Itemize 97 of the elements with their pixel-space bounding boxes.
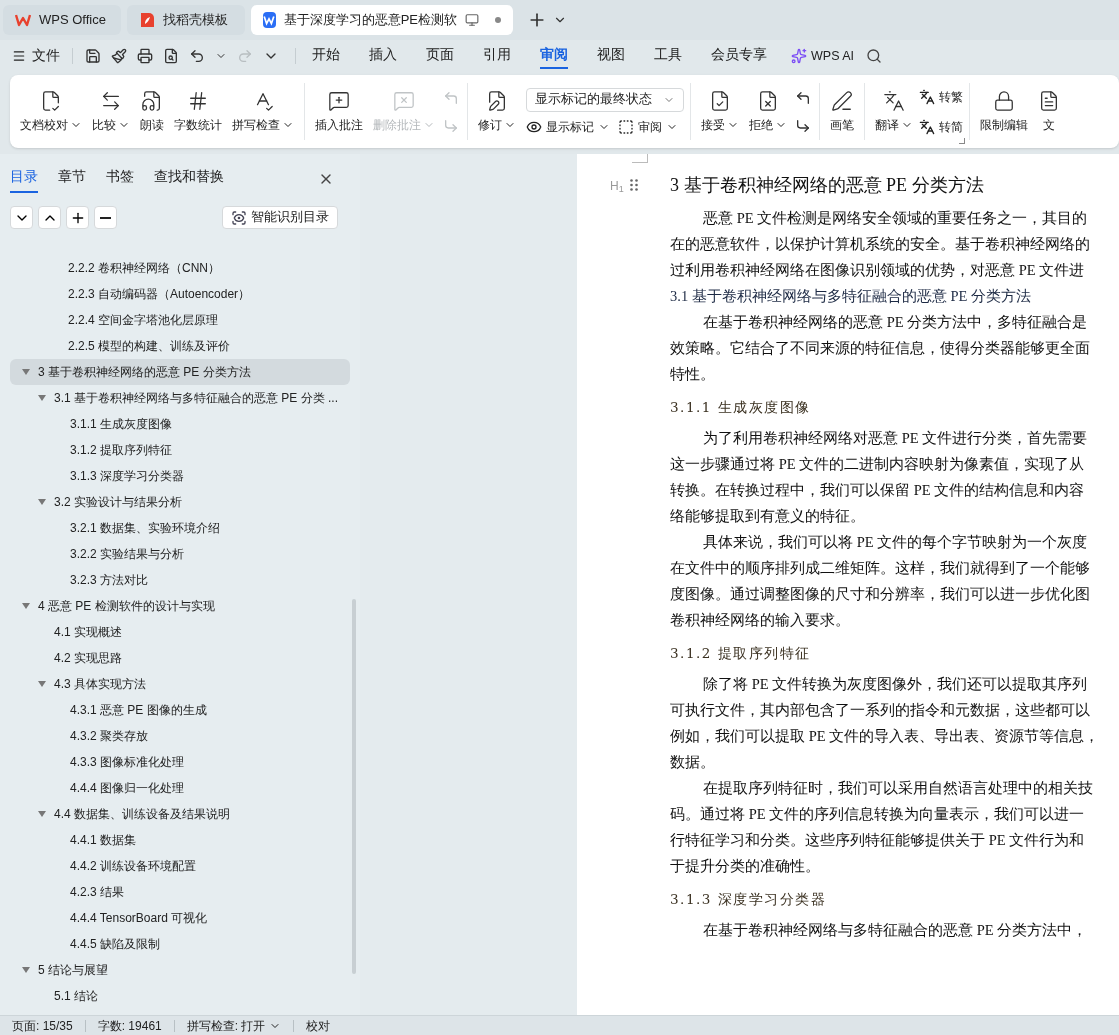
toc-item[interactable]: 4.4.5 缺陷及限制	[10, 931, 350, 957]
toc-item[interactable]: 3 基于卷积神经网络的恶意 PE 分类方法	[10, 359, 350, 385]
paragraph-line: 转换。在转换过程中，我们可以保留 PE 文件的结构信息和内容	[670, 481, 1086, 501]
status-text: 字数: 19461	[96, 1017, 163, 1035]
toc-item[interactable]: 2.2.5 模型的构建、训练及评价	[0, 333, 360, 359]
toc-item[interactable]: 4.1 实现概述	[10, 619, 350, 645]
toc-item[interactable]: 3.2.1 数据集、实验环境介绍	[10, 515, 350, 541]
subheading: 3.1.1 生成灰度图像	[670, 397, 812, 417]
panel-tab[interactable]: 书签	[106, 165, 134, 193]
ribbon-button[interactable]: 文	[1034, 80, 1064, 143]
toc-item[interactable]: 4.4.1 数据集	[10, 827, 350, 853]
status-text: 页面: 15/35	[11, 1017, 74, 1035]
ribbon-button[interactable]: 画笔	[826, 80, 858, 143]
toc-item[interactable]: 5.1 结论	[10, 983, 350, 1009]
paragraph-line: 效策略。它结合了不同来源的特征信息，使得分类器能够更全面	[670, 339, 1091, 359]
paragraph-line: 特性。	[670, 365, 716, 385]
ribbon-button[interactable]: 字数统计	[170, 80, 226, 143]
paragraph-line: 在文件中的顺序排列成二维矩阵。这样，我们就得到了一个能够	[670, 559, 1091, 579]
toc-item[interactable]: 3.2.3 方法对比	[10, 567, 350, 593]
toc-item[interactable]: 2.2.4 空间金字塔池化层原理	[0, 307, 360, 333]
ribbon-tab[interactable]: 插入	[369, 43, 397, 69]
toc-item[interactable]: 2.2.3 自动编码器（Autoencoder）	[0, 281, 360, 307]
heading: 3 基于卷积神经网络的恶意 PE 分类方法	[670, 173, 984, 197]
ribbon-button[interactable]: 转繁	[919, 87, 963, 106]
paragraph-line: 码。通过将 PE 文件的序列信息转换为向量表示，我们可以进一	[670, 805, 1086, 825]
ribbon-button[interactable]: 朗读	[136, 80, 168, 143]
ribbon-button[interactable]: 转简	[919, 117, 963, 136]
paragraph-line: 络能够提取到有意义的特征。	[670, 507, 866, 527]
ribbon-tab[interactable]: 会员专享	[711, 43, 767, 69]
status-menu-button[interactable]: 拼写检查: 打开	[174, 1016, 294, 1035]
paragraph-line: 于提升分类的准确性。	[670, 857, 821, 877]
paragraph-line: 在提取序列特征时，我们可以采用自然语言处理中的相关技	[702, 779, 1094, 799]
toc-item[interactable]: 4.3.2 聚类存放	[10, 723, 350, 749]
toc-item[interactable]: 3.1.1 生成灰度图像	[10, 411, 350, 437]
toc-item[interactable]: 3.1 基于卷积神经网络与多特征融合的恶意 PE 分类 ...	[10, 385, 350, 411]
paragraph-line: 行特征学习和分类。这些序列特征能够提供关于 PE 文件行为和	[670, 831, 1086, 851]
ribbon-tab[interactable]: 审阅	[540, 43, 568, 69]
toc-item[interactable]: 2.2.2 卷积神经网络（CNN）	[0, 255, 360, 281]
paragraph-line: 可执行文件，其内部包含了一系列的指令和元数据，这些都可以	[670, 701, 1091, 721]
toc-item[interactable]: 4 恶意 PE 检测软件的设计与实现	[10, 593, 350, 619]
toc-item[interactable]: 5 结论与展望	[10, 957, 350, 983]
paragraph-line: 卷积神经网络的输入要求。	[670, 611, 851, 631]
toc-item[interactable]: 3.2.2 实验结果与分析	[10, 541, 350, 567]
subheading: 3.1.3 深度学习分类器	[670, 889, 828, 909]
ribbon-button[interactable]: 插入批注	[311, 80, 367, 143]
paragraph-line: 为了利用卷积神经网络对恶意 PE 文件进行分类，首先需要	[702, 429, 1089, 449]
browser-tab[interactable]: 找稻壳模板	[127, 5, 245, 35]
ribbon-button[interactable]: 修订	[474, 80, 520, 143]
paragraph-line: 度图像。通过调整图像的尺寸和分辨率，我们可以进一步优化图	[670, 585, 1091, 605]
paragraph-line: 在基于卷积神经网络的恶意 PE 分类方法中，多特征融合是	[702, 313, 1089, 333]
toc-item[interactable]: 3.2 实验设计与结果分析	[10, 489, 350, 515]
ribbon-button[interactable]: 拒绝	[745, 80, 791, 143]
ai-button[interactable]: WPS AI	[791, 46, 855, 66]
file-menu-button[interactable]: 文件	[12, 45, 60, 67]
toc-item[interactable]: 3.1.2 提取序列特征	[10, 437, 350, 463]
toc-item[interactable]: 4.3.1 恶意 PE 图像的生成	[10, 697, 350, 723]
ribbon-button[interactable]: 拼写检查	[228, 80, 298, 143]
ribbon-button[interactable]: 审阅	[618, 117, 678, 136]
ribbon-button[interactable]: 显示标记	[526, 117, 610, 136]
subheading: 3.1.2 提取序列特征	[670, 643, 812, 663]
ribbon-button[interactable]: 接受	[697, 80, 743, 143]
paragraph-line: 具体来说，我们可以将 PE 文件的每个字节映射为一个灰度	[702, 533, 1089, 553]
toc-item[interactable]: 3.1.3 深度学习分类器	[10, 463, 350, 489]
toc-item[interactable]: 4.2.3 结果	[10, 879, 350, 905]
paragraph-line: 例如，我们可以提取 PE 文件的导入表、导出表、资源节等信息，	[670, 727, 1101, 747]
paragraph-line: 数据。	[670, 753, 716, 773]
panel-tab[interactable]: 目录	[10, 165, 38, 193]
panel-tab[interactable]: 查找和替换	[154, 165, 224, 193]
toc-item[interactable]: 4.4.4 TensorBoard 可视化	[10, 905, 350, 931]
toc-item[interactable]: 4.4 数据集、训练设备及结果说明	[10, 801, 350, 827]
ribbon-button[interactable]: 翻译	[871, 80, 917, 143]
paragraph-line: 恶意 PE 文件检测是网络安全领域的重要任务之一，其目的	[702, 209, 1089, 229]
ribbon-tab[interactable]: 开始	[312, 43, 340, 69]
ribbon-button[interactable]: 限制编辑	[976, 80, 1032, 143]
ribbon-tab[interactable]: 视图	[597, 43, 625, 69]
panel-tab[interactable]: 章节	[58, 165, 86, 193]
smart-toc-button[interactable]: 智能识别目录	[222, 206, 338, 229]
ribbon-button[interactable]: 比较	[88, 80, 134, 143]
markup-dropdown[interactable]: 显示标记的最终状态	[526, 87, 684, 112]
paragraph-line: 在的恶意软件，以保护计算机系统的安全。基于卷积神经网络的	[670, 235, 1091, 255]
ribbon-tab[interactable]: 引用	[483, 43, 511, 69]
ribbon-button[interactable]: 文档校对	[16, 80, 86, 143]
status-text: 校对	[305, 1017, 332, 1035]
ribbon-tab[interactable]: 工具	[654, 43, 682, 69]
paragraph-line: 在基于卷积神经网络与多特征融合的恶意 PE 分类方法中，	[702, 921, 1089, 941]
paragraph-line: 这一步骤通过将 PE 文件的二进制内容映射为像素值，实现了从	[670, 455, 1086, 475]
toc-item[interactable]: 4.2 实现思路	[10, 645, 350, 671]
paragraph-line: 过利用卷积神经网络在图像识别领域的优势，对恶意 PE 文件进	[670, 261, 1086, 281]
toc-item[interactable]: 4.3.3 图像标准化处理	[10, 749, 350, 775]
paragraph-line: 除了将 PE 文件转换为灰度图像外，我们还可以提取其序列	[702, 675, 1089, 695]
toc-item[interactable]: 4.4.2 训练设备环境配置	[10, 853, 350, 879]
toc-item[interactable]: 4.3 具体实现方法	[10, 671, 350, 697]
ribbon-tab[interactable]: 页面	[426, 43, 454, 69]
browser-tab[interactable]: 基于深度学习的恶意PE检测软	[251, 5, 513, 35]
browser-tab[interactable]: WPS Office	[3, 5, 121, 35]
toc-item[interactable]: 4.4.4 图像归一化处理	[10, 775, 350, 801]
subheading: 3.1 基于卷积神经网络与多特征融合的恶意 PE 分类方法	[670, 287, 1032, 307]
